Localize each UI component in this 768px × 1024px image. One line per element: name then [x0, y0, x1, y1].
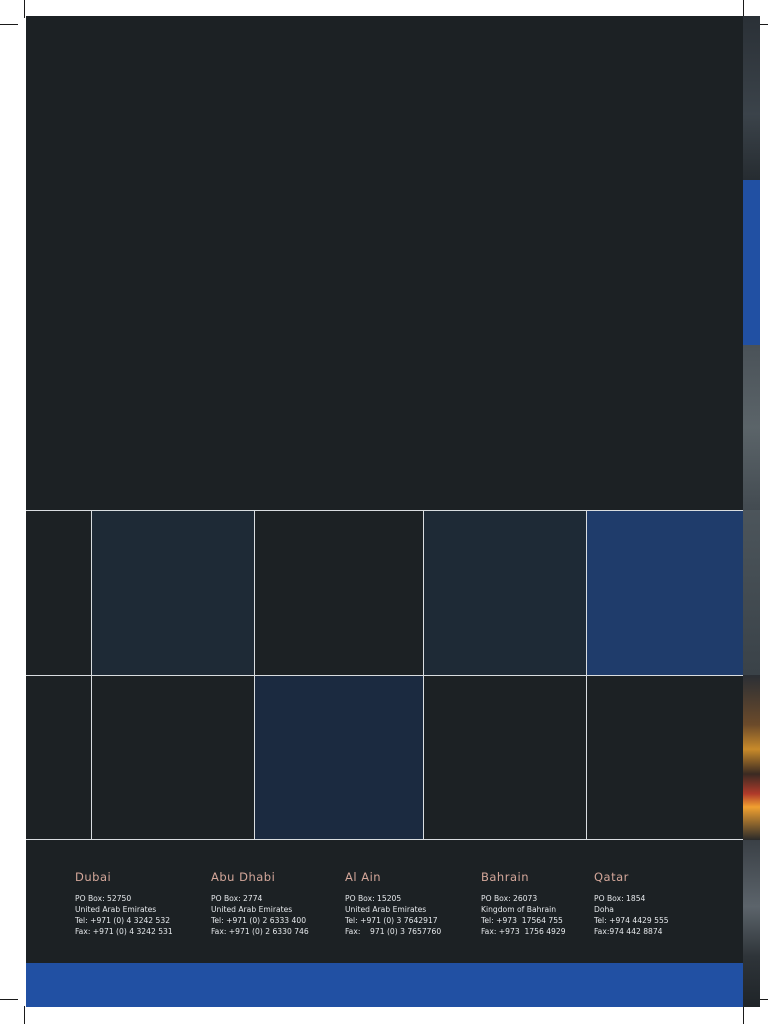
tile-grid [26, 510, 743, 840]
office-po-box: PO Box: 15205 [345, 894, 402, 903]
crop-mark [24, 0, 25, 18]
office-tel: Tel: +971 (0) 2 6333 400 [211, 916, 307, 925]
office-tel: Tel: +974 4429 555 [594, 916, 669, 925]
office-fax: Fax:974 442 8874 [594, 927, 663, 936]
crop-mark [0, 24, 18, 25]
bleed-strip [743, 16, 760, 1007]
office-po-box: PO Box: 26073 [481, 894, 538, 903]
office-country: Kingdom of Bahrain [481, 905, 557, 914]
bleed-photo-night-lights [743, 675, 760, 840]
office-fax: Fax: +971 (0) 2 6330 746 [211, 927, 309, 936]
office-al-ain: Al Ain PO Box: 15205 United Arab Emirate… [345, 870, 441, 937]
office-bahrain: Bahrain PO Box: 26073 Kingdom of Bahrain… [481, 870, 566, 937]
office-city: Doha [594, 905, 614, 914]
tile-dark-blue [92, 510, 255, 675]
crop-mark [743, 1006, 744, 1024]
tile-dark-blue [424, 510, 587, 675]
office-name: Qatar [594, 870, 629, 884]
grid-divider [26, 510, 743, 511]
tile-accent-blue [587, 510, 743, 675]
bleed-blue-block [743, 180, 760, 345]
office-name: Bahrain [481, 870, 529, 884]
office-fax: Fax: +971 (0) 4 3242 531 [75, 927, 173, 936]
footer-band [26, 963, 743, 1007]
crop-mark [24, 1006, 25, 1024]
crop-mark [0, 999, 18, 1000]
office-country: United Arab Emirates [345, 905, 427, 914]
grid-divider [26, 675, 743, 676]
office-name: Dubai [75, 870, 112, 884]
grid-divider [26, 839, 743, 840]
office-dubai: Dubai PO Box: 52750 United Arab Emirates… [75, 870, 173, 937]
office-po-box: PO Box: 52750 [75, 894, 132, 903]
office-qatar: Qatar PO Box: 1854 Doha Tel: +974 4429 5… [594, 870, 669, 937]
office-country: United Arab Emirates [211, 905, 293, 914]
office-tel: Tel: +973 17564 755 [481, 916, 563, 925]
office-po-box: PO Box: 2774 [211, 894, 263, 903]
office-name: Abu Dhabi [211, 870, 276, 884]
office-tel: Tel: +971 (0) 4 3242 532 [75, 916, 171, 925]
bleed-photo-top [743, 16, 760, 180]
bleed-photo-grey-lower [743, 510, 760, 675]
office-fax: Fax: +973 1756 4929 [481, 927, 566, 936]
office-po-box: PO Box: 1854 [594, 894, 646, 903]
tile-mid-blue [255, 676, 424, 840]
office-name: Al Ain [345, 870, 382, 884]
bleed-photo-grey [743, 345, 760, 510]
bleed-photo-bottom [743, 840, 760, 1007]
office-tel: Tel: +971 (0) 3 7642917 [345, 916, 438, 925]
office-country: United Arab Emirates [75, 905, 157, 914]
office-abu-dhabi: Abu Dhabi PO Box: 2774 United Arab Emira… [211, 870, 309, 937]
office-fax: Fax: 971 (0) 3 7657760 [345, 927, 442, 936]
